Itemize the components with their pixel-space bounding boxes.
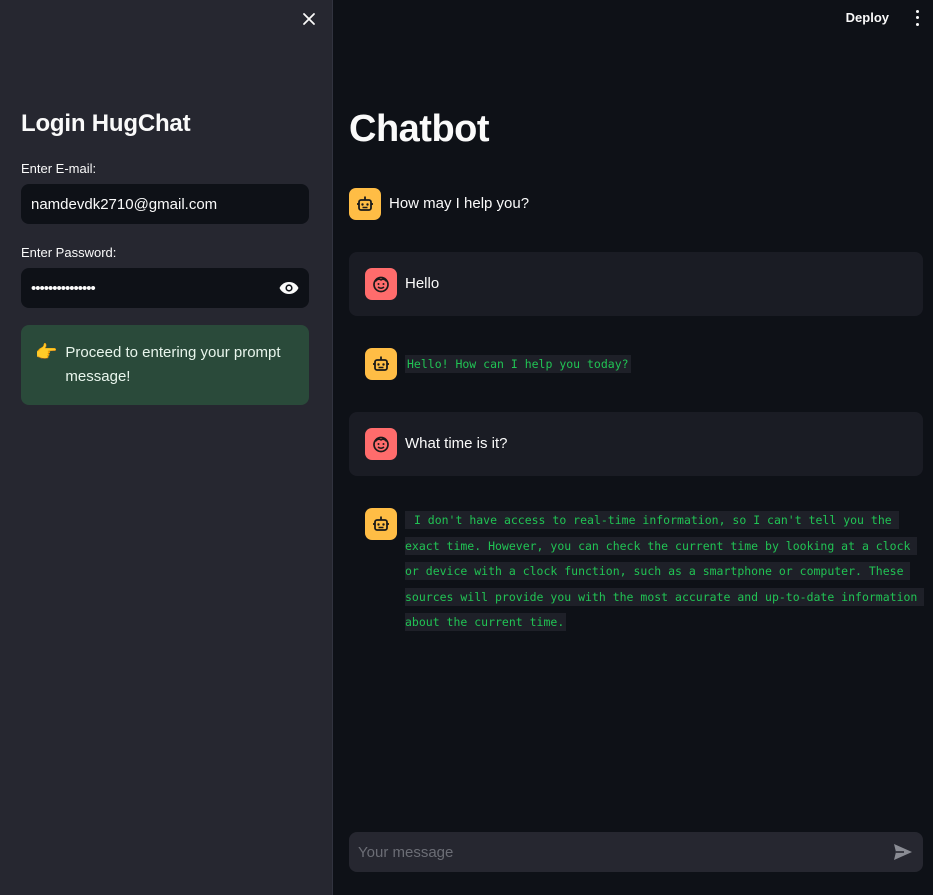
- smiley-face-icon: [365, 268, 397, 300]
- show-password-button[interactable]: [269, 268, 309, 308]
- alert-text: Proceed to entering your prompt message!: [65, 344, 281, 385]
- message-input[interactable]: [358, 843, 883, 861]
- main-area: Deploy Chatbot How may I help you? Hello: [333, 0, 933, 895]
- robot-icon: [365, 508, 397, 540]
- deploy-button[interactable]: Deploy: [846, 8, 889, 27]
- send-icon: [894, 844, 912, 860]
- password-field[interactable]: •••••••••••••••: [21, 268, 309, 308]
- send-button[interactable]: [883, 832, 923, 872]
- chat-message-assistant: Hello! How can I help you today?: [349, 348, 923, 380]
- kebab-menu-icon[interactable]: [911, 8, 923, 28]
- pointing-hand-icon: 👉: [35, 342, 58, 362]
- close-icon: [303, 13, 315, 25]
- sidebar: Login HugChat Enter E-mail: namdevdk2710…: [0, 0, 333, 895]
- chat-message-user: What time is it?: [349, 412, 923, 476]
- eye-icon: [279, 282, 299, 294]
- robot-icon: [365, 348, 397, 380]
- page-title: Chatbot: [349, 108, 490, 150]
- chat-message-user: Hello: [349, 252, 923, 316]
- message-text: How may I help you?: [389, 195, 530, 212]
- email-value: namdevdk2710@gmail.com: [31, 195, 218, 213]
- message-text: Hello: [405, 275, 440, 292]
- robot-icon: [349, 188, 381, 220]
- message-text: What time is it?: [405, 435, 508, 452]
- message-code-text: Hello! How can I help you today?: [405, 355, 631, 373]
- smiley-face-icon: [365, 428, 397, 460]
- password-label: Enter Password:: [21, 245, 117, 260]
- chat-message-assistant: I don't have access to real-time informa…: [349, 508, 925, 636]
- close-sidebar-button[interactable]: [298, 8, 320, 30]
- email-field[interactable]: namdevdk2710@gmail.com: [21, 184, 309, 224]
- email-label: Enter E-mail:: [21, 161, 97, 176]
- message-code-text: I don't have access to real-time informa…: [405, 511, 925, 632]
- chat-message-assistant: How may I help you?: [349, 188, 923, 220]
- chat-input[interactable]: [349, 832, 923, 872]
- info-alert: 👉 Proceed to entering your prompt messag…: [21, 325, 309, 405]
- sidebar-title: Login HugChat: [21, 110, 191, 137]
- password-value: •••••••••••••••: [31, 279, 96, 297]
